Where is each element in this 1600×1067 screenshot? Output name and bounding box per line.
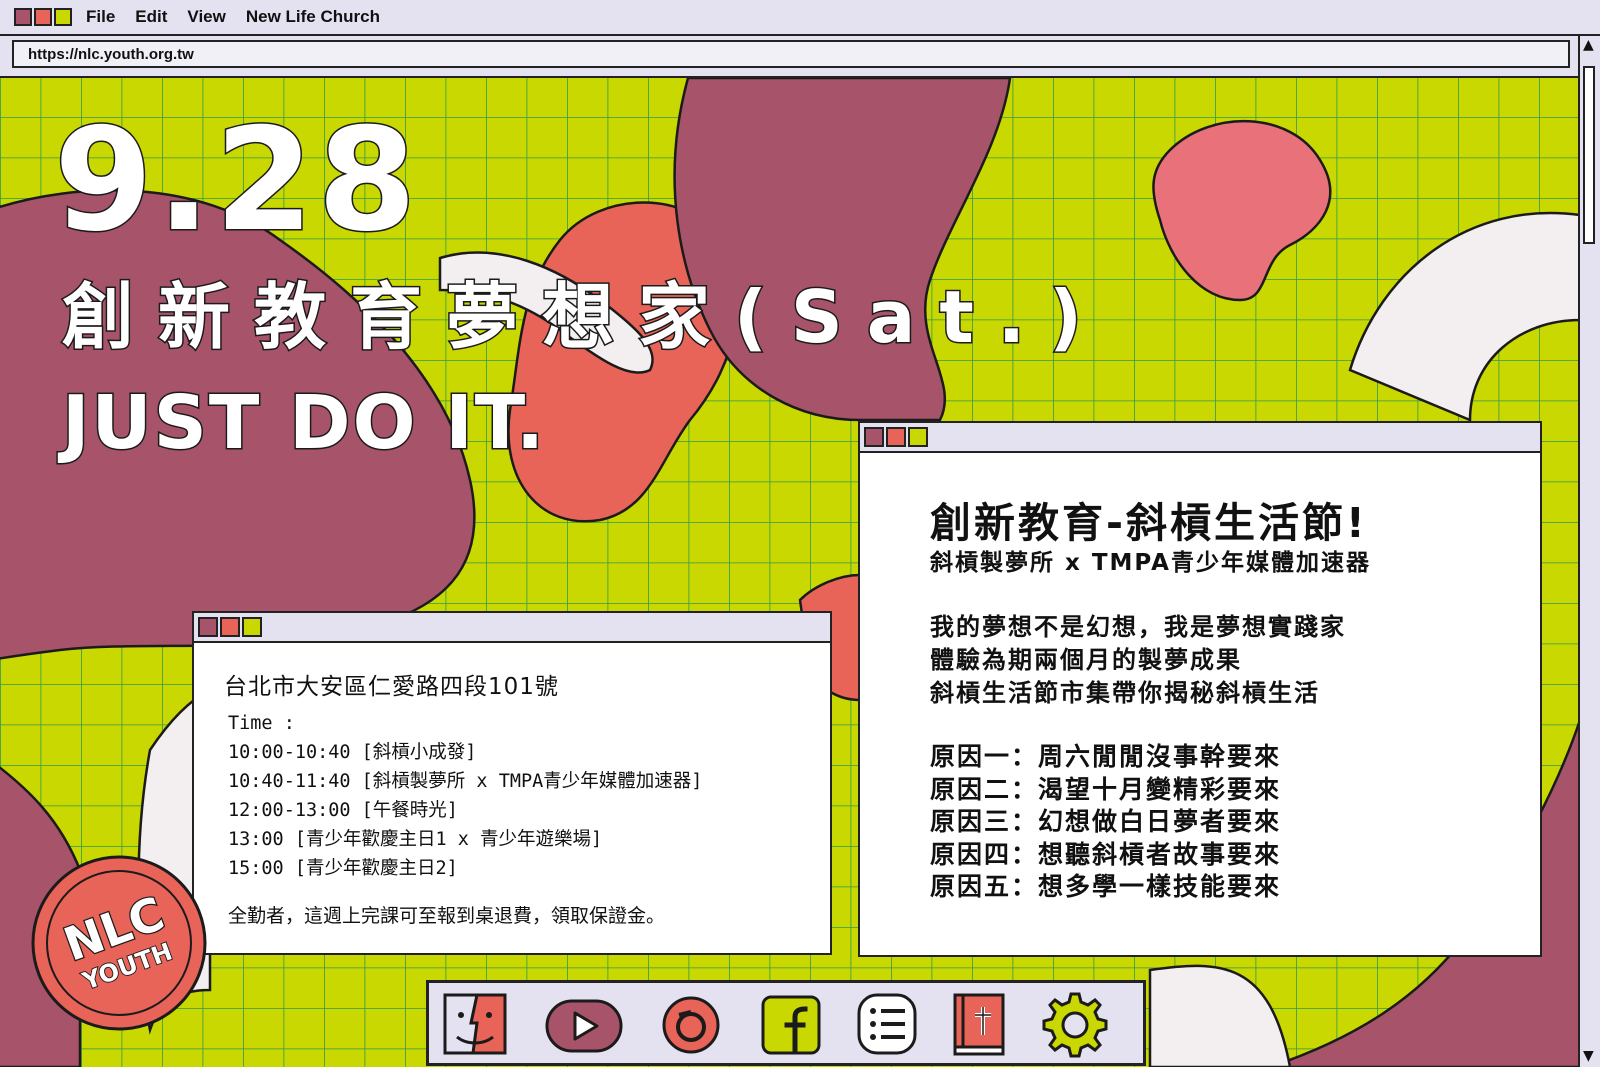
address-bar[interactable]: https://nlc.youth.org.tw bbox=[12, 40, 1570, 68]
schedule-item: 10:00-10:40 [斜槓小成發] bbox=[228, 742, 477, 763]
schedule-time-label: Time : bbox=[228, 713, 295, 734]
reasons-list: 原因一：周六閒閒沒事幹要來 原因二：渴望十月變精彩要來 原因三：幻想做白日夢者要… bbox=[930, 741, 1281, 904]
description-line: 體驗為期兩個月的製夢成果 bbox=[930, 646, 1242, 674]
maximize-window-button[interactable] bbox=[908, 427, 928, 447]
poster-date: 9.28 bbox=[52, 97, 421, 265]
reason-item: 原因二：渴望十月變精彩要來 bbox=[930, 774, 1282, 804]
menu-bar: File Edit View New Life Church bbox=[0, 0, 1600, 36]
schedule-item: 13:00 [青少年歡慶主日1 x 青少年遊樂場] bbox=[228, 829, 603, 850]
schedule-list: Time : 10:00-10:40 [斜槓小成發] 10:40-11:40 [斜槓… bbox=[228, 709, 702, 883]
attendance-note: 全勤者，這週上完課可至報到桌退費，領取保證金。 bbox=[228, 905, 666, 927]
dock bbox=[426, 980, 1146, 1066]
minimize-window-button[interactable] bbox=[34, 8, 52, 26]
desktop: File Edit View New Life Church https://n… bbox=[0, 0, 1600, 1067]
vertical-scrollbar[interactable]: ▲ ▼ bbox=[1578, 36, 1600, 1067]
close-window-button[interactable] bbox=[198, 617, 218, 637]
close-window-button[interactable] bbox=[14, 8, 32, 26]
info-window: 創新教育-斜槓生活節! 斜槓製夢所 x TMPA青少年媒體加速器 我的夢想不是幻… bbox=[858, 421, 1542, 957]
instagram-icon[interactable] bbox=[661, 995, 721, 1055]
menu-view[interactable]: View bbox=[187, 7, 225, 27]
settings-icon[interactable] bbox=[1041, 991, 1109, 1059]
address-bar-row: https://nlc.youth.org.tw bbox=[0, 36, 1600, 78]
reason-item: 原因五：想多學一樣技能要來 bbox=[930, 872, 1282, 901]
schedule-window: 台北市大安區仁愛路四段101號 Time : 10:00-10:40 [斜槓小成發… bbox=[192, 611, 832, 955]
url-text: https://nlc.youth.org.tw bbox=[28, 46, 194, 63]
close-window-button[interactable] bbox=[864, 427, 884, 447]
finder-icon[interactable] bbox=[443, 993, 507, 1055]
maximize-window-button[interactable] bbox=[242, 617, 262, 637]
nlc-youth-logo[interactable]: NLC YOUTH bbox=[28, 852, 210, 1034]
description-line: 我的夢想不是幻想，我是夢想實踐家 bbox=[930, 613, 1346, 641]
scroll-up-arrow-icon[interactable]: ▲ bbox=[1583, 38, 1594, 52]
minimize-window-button[interactable] bbox=[886, 427, 906, 447]
menu: File Edit View New Life Church bbox=[86, 7, 400, 27]
info-description: 我的夢想不是幻想，我是夢想實踐家 體驗為期兩個月的製夢成果 斜槓生活節市集帶你揭… bbox=[930, 611, 1346, 710]
scroll-down-arrow-icon[interactable]: ▼ bbox=[1583, 1049, 1594, 1063]
window-controls bbox=[14, 8, 72, 26]
poster-tagline: JUST DO IT. bbox=[60, 379, 547, 468]
menu-edit[interactable]: Edit bbox=[135, 7, 167, 27]
bible-icon[interactable] bbox=[951, 991, 1007, 1057]
maximize-window-button[interactable] bbox=[54, 8, 72, 26]
info-title: 創新教育-斜槓生活節! bbox=[930, 499, 1368, 547]
reason-item: 原因三：幻想做白日夢者要來 bbox=[930, 807, 1282, 836]
event-address: 台北市大安區仁愛路四段101號 bbox=[224, 674, 559, 700]
info-window-titlebar bbox=[860, 423, 1540, 453]
schedule-window-titlebar bbox=[194, 613, 830, 643]
list-icon[interactable] bbox=[857, 993, 917, 1055]
schedule-item: 15:00 [青少年歡慶主日2] bbox=[228, 858, 458, 879]
menu-file[interactable]: File bbox=[86, 7, 115, 27]
reason-item: 原因一：周六閒閒沒事幹要來 bbox=[930, 742, 1282, 771]
description-line: 斜槓生活節市集帶你揭秘斜槓生活 bbox=[930, 679, 1320, 707]
poster-slogan: 創新教育夢想家(Sat.) bbox=[60, 274, 1107, 361]
schedule-item: 12:00-13:00 [午餐時光] bbox=[228, 800, 458, 821]
scroll-thumb[interactable] bbox=[1583, 66, 1595, 244]
info-subtitle: 斜槓製夢所 x TMPA青少年媒體加速器 bbox=[930, 550, 1371, 576]
facebook-icon[interactable] bbox=[761, 995, 821, 1055]
menu-app-name[interactable]: New Life Church bbox=[246, 7, 380, 27]
minimize-window-button[interactable] bbox=[220, 617, 240, 637]
schedule-item: 10:40-11:40 [斜槓製夢所 x TMPA青少年媒體加速器] bbox=[228, 771, 703, 792]
youtube-icon[interactable] bbox=[545, 999, 623, 1053]
reason-item: 原因四：想聽斜槓者故事要來 bbox=[930, 839, 1282, 869]
